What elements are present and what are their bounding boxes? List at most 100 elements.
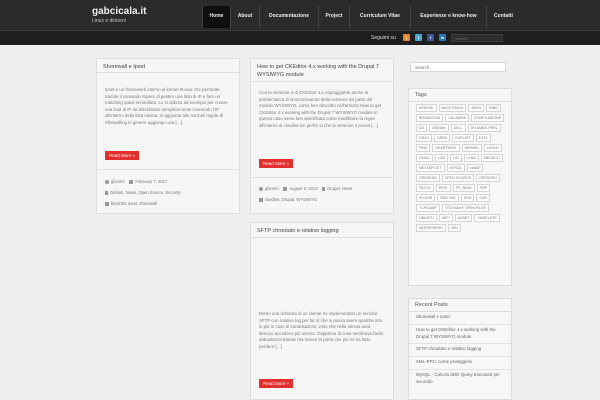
- header-search-input[interactable]: [451, 34, 503, 42]
- nav-esperienze[interactable]: Esperienze e know-how: [410, 6, 486, 28]
- tag-link[interactable]: perl: [435, 184, 452, 192]
- divider: [409, 311, 511, 312]
- recent-post-link[interactable]: SFTP chrootato e relativo logging: [416, 346, 505, 353]
- tag-link[interactable]: exploit: [452, 134, 474, 142]
- tag-link[interactable]: linux: [416, 154, 433, 162]
- tag-link[interactable]: dd: [416, 124, 428, 132]
- tag-link[interactable]: patch: [416, 184, 434, 192]
- tag-link[interactable]: nmap: [467, 164, 484, 172]
- tag-link[interactable]: plugin: [416, 194, 436, 202]
- divider: [409, 343, 511, 344]
- post-meta: gbcsrm February 7, 2017: [105, 179, 167, 184]
- user-icon: [105, 179, 109, 184]
- site-header: gabcicala.it Linux e dintorni Home About…: [0, 0, 600, 30]
- post-author[interactable]: gbcsrm: [265, 186, 279, 191]
- site-title[interactable]: gabcicala.it: [92, 6, 146, 17]
- divider: [251, 237, 393, 238]
- post-categories-text[interactable]: Debian, News, Open Source, Security: [110, 190, 181, 195]
- post-author[interactable]: gbcsrm: [111, 179, 125, 184]
- tag-cloud: apache backtrack bash bind broadcom calabria c…: [416, 104, 508, 234]
- tag-link[interactable]: backtrack: [438, 104, 467, 112]
- post-categories-text[interactable]: Drupal, News: [327, 186, 352, 191]
- post-meta: gbcsrm August 9, 2013 Drupal, News: [259, 186, 352, 191]
- tag-link[interactable]: dell: [450, 124, 466, 132]
- tag-link[interactable]: lenny: [484, 144, 502, 152]
- tag-link[interactable]: wordpress: [416, 224, 446, 232]
- read-more-button[interactable]: Read More »: [105, 151, 140, 160]
- nav-contatti[interactable]: Contatti: [486, 6, 520, 28]
- recent-post-link[interactable]: Shorewall e Ipset: [416, 314, 505, 321]
- post-tags-text[interactable]: ckeditor, Drupal, WYSIWYG: [265, 197, 317, 202]
- tag-link[interactable]: lsi: [450, 154, 462, 162]
- post-tags-text[interactable]: blacklist, ipset, shorewall: [111, 201, 157, 206]
- tag-link[interactable]: red hat: [437, 194, 459, 202]
- recent-post-link[interactable]: MySQL - Calcolo delle Query Executed per…: [416, 372, 505, 385]
- tag-link[interactable]: kernel: [461, 144, 483, 152]
- post-title[interactable]: How to get CKEditor 4.x working with the…: [257, 63, 387, 79]
- widget-title: Tags: [415, 92, 427, 98]
- tag-link[interactable]: ulimit: [454, 214, 473, 222]
- user-icon: [259, 186, 263, 191]
- tag-link[interactable]: sun: [476, 194, 490, 202]
- post-categories: Debian, News, Open Source, Security: [105, 190, 181, 195]
- divider: [251, 81, 393, 82]
- tag-link[interactable]: apache: [416, 104, 437, 112]
- tag-link[interactable]: compilazione: [470, 114, 505, 122]
- post-excerpt: Dietro una richiesta di un cliente ho im…: [259, 311, 384, 349]
- tag-link[interactable]: tcpdump: [416, 204, 440, 212]
- post-title[interactable]: SFTP chrootato e relativo logging: [257, 227, 387, 235]
- recent-post-link[interactable]: How to get CKEditor 4.x working with the…: [416, 327, 505, 340]
- tag-link[interactable]: megacli: [480, 154, 503, 162]
- twitter-icon[interactable]: t: [415, 34, 422, 41]
- nav-documentazione[interactable]: Documentazione: [259, 6, 318, 28]
- linkedin-icon[interactable]: in: [439, 34, 446, 41]
- tag-link[interactable]: too many open files: [441, 204, 489, 212]
- post-title[interactable]: Shorewall e Ipset: [103, 63, 233, 71]
- divider: [409, 356, 511, 357]
- main-nav: Home About Documentazione Project Curric…: [202, 6, 520, 28]
- tag-link[interactable]: vmdelete: [474, 214, 500, 222]
- facebook-icon[interactable]: f: [427, 34, 434, 41]
- tag-link[interactable]: pf_ring: [453, 184, 475, 192]
- tag-link[interactable]: log: [434, 154, 449, 162]
- read-more-button[interactable]: Read More »: [259, 379, 294, 388]
- tag-link[interactable]: lynx: [463, 154, 479, 162]
- tag-link[interactable]: drac: [416, 134, 433, 142]
- divider: [251, 177, 393, 178]
- tag-link[interactable]: drbd: [434, 134, 451, 142]
- tag-link[interactable]: debian: [429, 124, 449, 132]
- tag-link[interactable]: mysql: [446, 164, 466, 172]
- tag-link[interactable]: ext4: [475, 134, 491, 142]
- tag-link[interactable]: xen: [447, 224, 461, 232]
- tag-link[interactable]: php: [476, 184, 491, 192]
- tag-link[interactable]: heartbeat: [432, 144, 460, 152]
- tag-link[interactable]: openssh: [476, 174, 500, 182]
- tag-link[interactable]: openssh: [416, 174, 440, 182]
- tag-link[interactable]: bash: [468, 104, 485, 112]
- tag-link[interactable]: find: [416, 144, 431, 152]
- read-more-button[interactable]: Read More »: [259, 159, 294, 168]
- divider: [97, 169, 239, 170]
- tag-link[interactable]: bind: [486, 104, 501, 112]
- tag-link[interactable]: wifi: [438, 214, 453, 222]
- tag-link[interactable]: metasploit: [416, 164, 445, 172]
- post-date: August 9, 2013: [289, 186, 318, 191]
- follow-label: Seguimi su: [371, 35, 396, 41]
- tag-link[interactable]: open source: [441, 174, 475, 182]
- recent-post-link[interactable]: XML-RPC: come proteggersi: [416, 359, 505, 366]
- tag-link[interactable]: broadcom: [416, 114, 444, 122]
- tags-widget: Tags apache backtrack bash bind broadcom cala…: [408, 88, 512, 286]
- rss-icon[interactable]: ): [403, 34, 410, 41]
- post-card: How to get CKEditor 4.x working with the…: [250, 58, 394, 214]
- nav-about[interactable]: About: [230, 6, 259, 28]
- post-excerpt: Con la versione 4 di CKEditor 4.x soprag…: [259, 90, 382, 128]
- nav-home[interactable]: Home: [202, 6, 230, 28]
- tag-link[interactable]: dh-make-perl: [467, 124, 501, 132]
- nav-project[interactable]: Project: [318, 6, 349, 28]
- post-tags: blacklist, ipset, shorewall: [105, 201, 157, 206]
- tag-link[interactable]: calabria: [445, 114, 469, 122]
- sidebar-search-input[interactable]: [410, 62, 506, 72]
- tag-link[interactable]: ssh: [460, 194, 475, 202]
- tag-link[interactable]: ubuntu: [416, 214, 437, 222]
- nav-curriculum-vitae[interactable]: Curriculum Vitae: [349, 6, 410, 28]
